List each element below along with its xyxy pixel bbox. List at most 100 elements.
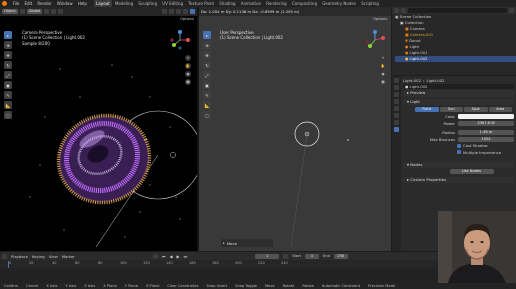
menu-render[interactable]: Render: [35, 0, 54, 7]
scene-tab-icon[interactable]: [394, 99, 399, 104]
outliner-item-label: Light: [409, 44, 420, 49]
right-viewport[interactable]: Dx: 1.004 m Dy: 0.1138 m Dz: -0.6599 m (…: [199, 7, 391, 251]
light-datablock-name: Light.002: [409, 84, 428, 90]
current-frame-field[interactable]: 1: [255, 253, 280, 259]
marker-menu[interactable]: Marker: [62, 254, 75, 259]
multiple-importance-checkbox[interactable]: [457, 150, 461, 155]
workspace-tab-compositing[interactable]: Compositing: [289, 0, 319, 7]
start-frame-field[interactable]: 1: [305, 253, 320, 259]
webcam-overlay: [438, 211, 516, 283]
color-swatch[interactable]: [458, 114, 514, 120]
outliner-row-light-002[interactable]: ● Light.002: [395, 56, 516, 62]
jump-start-icon[interactable]: ⏮: [162, 254, 166, 259]
frame-mark: 160: [189, 261, 196, 265]
workspace-tab-rendering[interactable]: Rendering: [264, 0, 290, 7]
play-reverse-icon[interactable]: ◀: [169, 254, 172, 259]
workspace-tab-modeling[interactable]: Modeling: [112, 0, 135, 7]
light-type-sun[interactable]: Sun: [439, 106, 463, 112]
output-tab-icon[interactable]: [394, 92, 399, 97]
max-bounces-field[interactable]: 1024: [458, 136, 514, 142]
chevron-right-icon: ›: [422, 77, 425, 83]
preview-panel-label: Preview: [410, 90, 426, 95]
status-precision: Precision Mode: [368, 284, 396, 288]
outliner-item-label: Donut: [409, 38, 421, 43]
outliner-item-label: Light.002: [409, 56, 428, 61]
workspace-tab-scripting[interactable]: Scripting: [359, 0, 382, 7]
frame-mark: 80: [98, 261, 103, 265]
workspace-tab-shading[interactable]: Shading: [217, 0, 238, 7]
status-resize: Resize: [302, 284, 314, 288]
playback-menu[interactable]: Playback: [11, 254, 28, 259]
light-data-tab-icon[interactable]: [394, 127, 399, 132]
outliner: ▣ Scene Collection ▣ Collection ■ Camera…: [392, 7, 516, 75]
blender-logo-icon[interactable]: [2, 1, 7, 6]
workspace-tab-uv-editing[interactable]: UV Editing: [160, 0, 186, 7]
frame-mark: 120: [143, 261, 150, 265]
filter-icon[interactable]: [401, 8, 406, 13]
tool-tab-icon[interactable]: [394, 78, 399, 83]
light-datablock-field[interactable]: ● Light.002: [403, 84, 514, 90]
jump-end-icon[interactable]: ⏭: [184, 254, 188, 259]
world-tab-icon[interactable]: [394, 106, 399, 111]
start-label: Start: [292, 254, 302, 258]
light-type-point[interactable]: Point: [415, 106, 439, 112]
power-row: Power 3367.8 W: [403, 120, 514, 127]
keying-menu[interactable]: Keying: [32, 254, 45, 259]
light-panel-label: Light: [410, 98, 420, 104]
timeline-editor-icon[interactable]: [2, 253, 7, 259]
status-snap-toggle: Snap Toggle: [235, 284, 257, 288]
outliner-header: [392, 7, 516, 14]
workspace-tab-texture-paint[interactable]: Texture Paint: [186, 0, 217, 7]
cast-shadow-checkbox[interactable]: [457, 143, 461, 148]
workspace-tab-layout[interactable]: Layout: [93, 0, 113, 7]
radius-label: Radius: [442, 130, 455, 136]
outliner-item-label: Camera.001: [409, 32, 434, 37]
cast-shadow-label: Cast Shadow: [463, 143, 488, 149]
outliner-search-input[interactable]: [408, 8, 507, 13]
status-auto-constraint: Automatic Constraint: [321, 284, 361, 288]
constraints-tab-icon[interactable]: [394, 120, 399, 125]
use-nodes-button[interactable]: Use Nodes: [449, 168, 494, 174]
frame-mark: 220: [258, 261, 265, 265]
use-nodes-row: Use Nodes: [403, 168, 514, 175]
outliner-editor-icon[interactable]: [394, 8, 399, 13]
workspace-tab-animation[interactable]: Animation: [238, 0, 264, 7]
menu-file[interactable]: File: [10, 0, 22, 7]
new-collection-icon[interactable]: [509, 8, 514, 13]
right-viewport-scene: [290, 121, 349, 248]
view-menu[interactable]: View: [49, 254, 58, 259]
radius-field[interactable]: 1.46 m: [458, 130, 514, 136]
workspace-tab-sculpting[interactable]: Sculpting: [136, 0, 160, 7]
status-clear-constraints: Clear Constraints: [167, 284, 199, 288]
color-label: Color: [445, 114, 455, 120]
custom-properties-header[interactable]: ▸ Custom Properties: [403, 176, 514, 183]
render-tab-icon[interactable]: [394, 85, 399, 90]
timeline-track-area[interactable]: [0, 268, 438, 283]
power-label: Power: [443, 120, 455, 126]
frame-mark: 180: [212, 261, 219, 265]
timeline-ruler[interactable]: 0 20 40 60 80 100 120 140 160 180 200 22…: [0, 261, 438, 267]
properties-tab-column: [392, 76, 401, 251]
left-viewport[interactable]: Object Global Options ▸ ⊕ ✥ ↻ ⤢ ▣ ✎ 📐 ▢ …: [0, 7, 197, 251]
frame-mark: 20: [29, 261, 34, 265]
status-confirm: Confirm: [4, 284, 19, 288]
record-icon[interactable]: [152, 253, 158, 259]
end-frame-field[interactable]: 250: [333, 253, 348, 259]
workspace-tab-geometry-nodes[interactable]: Geometry Nodes: [320, 0, 359, 7]
data-name-crumb: Light.002: [426, 77, 445, 83]
menu-edit[interactable]: Edit: [22, 0, 35, 7]
menu-help[interactable]: Help: [75, 0, 89, 7]
object-tab-icon[interactable]: [394, 113, 399, 118]
clock-icon[interactable]: [283, 253, 289, 259]
outliner-item-label: Collection: [404, 20, 424, 25]
move-operator-panel[interactable]: ▸ Move: [221, 239, 273, 247]
power-field[interactable]: 3367.8 W: [458, 120, 514, 126]
menu-window[interactable]: Window: [54, 0, 75, 7]
play-icon[interactable]: ▶: [177, 254, 180, 259]
end-label: End: [323, 254, 330, 258]
light-type-spot[interactable]: Spot: [464, 106, 488, 112]
left-viewport-scene: [29, 64, 197, 248]
status-z-plane: Z Plane: [145, 284, 160, 288]
light-type-area[interactable]: Area: [488, 106, 512, 112]
preview-panel-header[interactable]: ▸ Preview: [403, 90, 514, 97]
